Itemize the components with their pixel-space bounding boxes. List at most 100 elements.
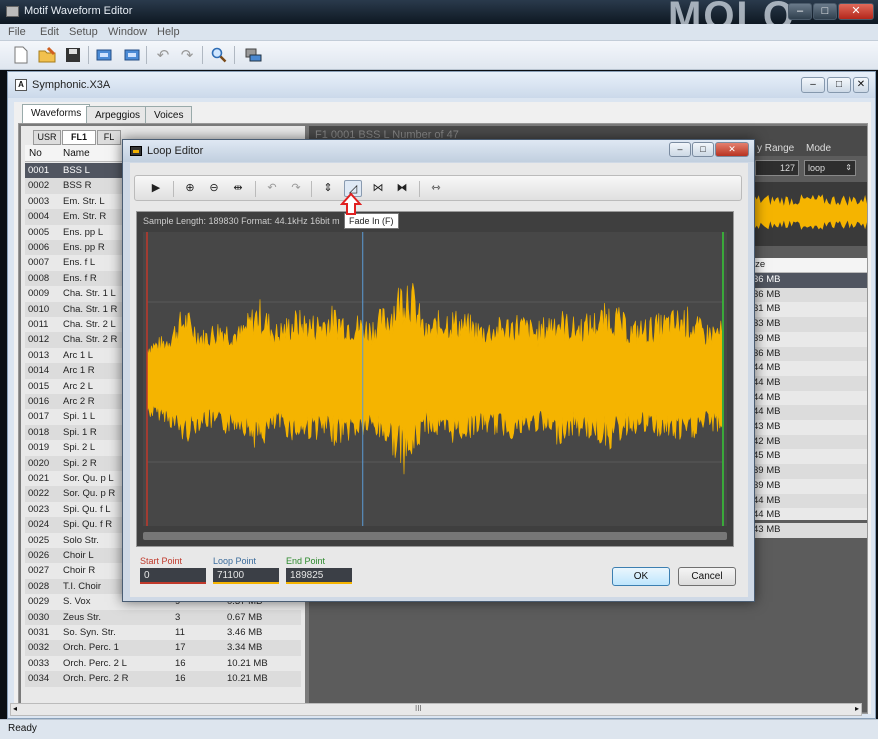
list-item[interactable]: 0033 Orch. Perc. 2 L 16 10.21 MB (25, 656, 301, 671)
undo-icon[interactable]: ↶ (152, 44, 174, 66)
loop-point-field[interactable]: 71100 (213, 568, 279, 584)
scroll-thumb-grip[interactable]: III (415, 704, 422, 713)
tab-voices[interactable]: Voices (145, 106, 193, 123)
size-cell: 44 MB (753, 391, 781, 403)
app-title: Motif Waveform Editor (24, 5, 133, 17)
end-point-field[interactable]: 189825 (286, 568, 352, 584)
menu-help[interactable]: Help (157, 26, 180, 38)
list-item[interactable]: 0031 So. Syn. Str. 11 3.46 MB (25, 625, 301, 640)
size-column: ize 36 MB 36 MB 31 MB 33 MB 39 MB 36 MB 44 MB 4… (749, 258, 867, 538)
doc-minimize-button[interactable]: – (801, 77, 825, 93)
column-no[interactable]: No (29, 148, 42, 159)
close-button[interactable]: ✕ (838, 3, 874, 20)
document-icon: A (15, 79, 27, 91)
cell-name: Ens. pp R (63, 242, 105, 253)
size-cell: 31 MB (753, 303, 781, 315)
crossfade-icon[interactable]: ⋈ (369, 180, 387, 197)
waveform-plot[interactable] (143, 232, 727, 526)
list-item[interactable]: 0030 Zeus Str. 3 0.67 MB (25, 609, 301, 625)
cell-c3: 17 (175, 642, 186, 654)
import-icon[interactable] (94, 44, 116, 66)
maximize-button[interactable]: □ (813, 3, 837, 20)
column-name[interactable]: Name (63, 148, 90, 159)
ok-button[interactable]: OK (612, 567, 670, 586)
subtab-fl1[interactable]: FL1 (62, 130, 96, 145)
doc-maximize-button[interactable]: □ (827, 77, 851, 93)
zoom-out-icon[interactable]: ⊖ (205, 180, 223, 197)
cell-name: BSS R (63, 180, 92, 192)
red-arrow-annotation (340, 192, 362, 215)
open-icon[interactable] (36, 44, 58, 66)
menu-setup[interactable]: Setup (69, 26, 98, 38)
scroll-right-icon[interactable]: ▸ (855, 704, 859, 713)
dialog-redo-icon[interactable]: ↷ (287, 180, 305, 197)
device-icon[interactable] (242, 44, 264, 66)
waveform-scrollbar[interactable] (143, 532, 727, 540)
zoom-in-icon[interactable]: ⊕ (181, 180, 199, 197)
dialog-maximize-button[interactable]: □ (692, 142, 714, 157)
app-logo-icon (6, 6, 19, 17)
velocity-range-field[interactable]: 127 (755, 160, 799, 176)
cancel-button[interactable]: Cancel (678, 567, 736, 586)
cell-no: 0010 (28, 303, 50, 315)
cell-size: 0.67 MB (227, 611, 263, 623)
loop-editor-title: Loop Editor (147, 145, 204, 157)
cell-no: 0020 (28, 457, 50, 469)
scroll-left-icon[interactable]: ◂ (13, 704, 17, 713)
menu-file[interactable]: File (8, 26, 26, 38)
size-cell: 43 MB (753, 421, 781, 432)
mode-select[interactable]: loop ⇕ (804, 160, 856, 176)
sample-info: Sample Length: 189830 Format: 44.1kHz 16… (143, 216, 340, 226)
cell-no: 0011 (28, 319, 49, 330)
subtab-usr[interactable]: USR (33, 130, 61, 145)
cell-name: Ens. f L (63, 257, 96, 269)
cell-name: Cha. Str. 1 L (63, 288, 116, 300)
tab-waveforms[interactable]: Waveforms (22, 104, 91, 123)
dialog-undo-icon[interactable]: ↶ (263, 180, 281, 197)
export-icon[interactable] (120, 44, 142, 66)
main-title-bar: Motif Waveform Editor MOLO – □ ✕ (0, 0, 878, 38)
document-title-bar: A Symphonic.X3A – □ ✕ (8, 72, 875, 98)
cell-name: Orch. Perc. 2 L (63, 657, 127, 669)
cell-no: 0030 (28, 611, 50, 623)
size-cell: 39 MB (753, 479, 781, 491)
doc-close-button[interactable]: ✕ (853, 77, 869, 93)
list-item[interactable]: 0034 Orch. Perc. 2 R 16 10.21 MB (25, 671, 301, 687)
play-icon[interactable]: ▶ (147, 180, 165, 197)
cell-no: 0025 (28, 534, 50, 546)
size-cell: 36 MB (749, 287, 867, 303)
column-size[interactable]: ize (749, 258, 867, 273)
cell-size: 3.34 MB (227, 642, 263, 654)
list-item[interactable]: 0032 Orch. Perc. 1 17 3.34 MB (25, 640, 301, 656)
cell-name: T.I. Choir (63, 580, 102, 592)
save-icon[interactable] (62, 44, 84, 66)
cell-name: Ens. f R (63, 272, 97, 284)
cell-no: 0027 (28, 565, 50, 577)
zoom-fit-icon[interactable]: ⇹ (229, 180, 247, 197)
cell-no: 0012 (28, 334, 50, 346)
redo-icon[interactable]: ↷ (176, 44, 198, 66)
cell-name: S. Vox (63, 596, 91, 608)
menu-edit[interactable]: Edit (40, 26, 59, 38)
dialog-close-button[interactable]: ✕ (715, 142, 749, 157)
tab-arpeggios[interactable]: Arpeggios (86, 106, 150, 123)
start-point-field[interactable]: 0 (140, 568, 206, 584)
cell-no: 0005 (28, 226, 50, 238)
spin-icon: ⇕ (845, 163, 852, 172)
search-icon[interactable] (208, 44, 230, 66)
normalize-icon[interactable]: ⇕ (319, 180, 337, 197)
loop-region-icon[interactable]: ⇿ (427, 180, 445, 197)
cell-no: 0004 (28, 211, 50, 223)
minimize-button[interactable]: – (788, 3, 812, 20)
join-icon[interactable]: ⧓ (393, 180, 411, 197)
new-icon[interactable] (10, 44, 32, 66)
cell-name: Spi. 2 L (63, 442, 96, 454)
loop-editor-title-bar: Loop Editor – □ ✕ (123, 140, 754, 162)
horizontal-scrollbar[interactable]: ◂ III ▸ (10, 703, 862, 716)
menu-window[interactable]: Window (108, 26, 147, 38)
cell-name: Spi. 1 L (63, 411, 96, 423)
dialog-minimize-button[interactable]: – (669, 142, 691, 157)
subtab-fl2[interactable]: FL (97, 130, 121, 145)
cell-no: 0034 (28, 673, 50, 685)
size-cell: 39 MB (749, 464, 867, 479)
